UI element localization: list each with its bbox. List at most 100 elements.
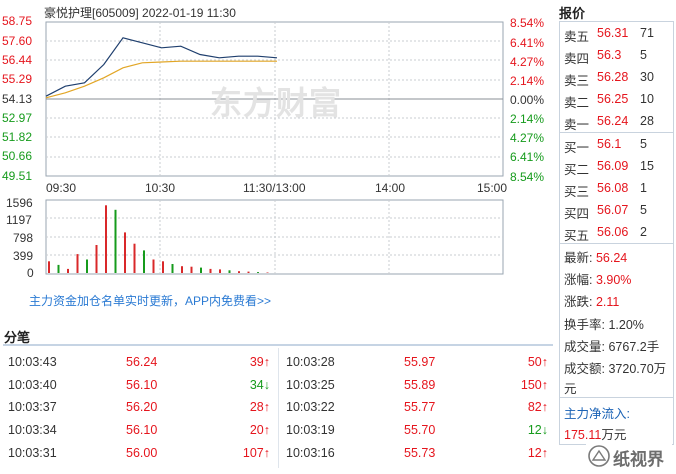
price-label: 58.75 [2,14,33,28]
volume-bar [57,264,60,273]
trade-price: 56.24 [126,355,158,369]
trade-volume: 12↓ [527,423,548,438]
time-label: 14:00 [375,181,406,195]
trade-volume: 20↑ [249,423,270,438]
trade-volume: 28↑ [249,400,270,415]
net-inflow-label: 主力净流入: [564,407,630,421]
price-label: 54.13 [2,92,33,106]
volume-label: 399 [13,249,34,263]
price-label: 50.66 [2,149,33,163]
trade-time: 10:03:16 [286,445,335,460]
pct-label: 6.41% [510,36,545,50]
trade-time: 10:03:40 [8,377,57,392]
volume-bar [152,259,155,273]
volume-bar [67,268,69,273]
pct-label: 6.41% [510,150,545,164]
volume-bar [266,272,269,273]
pct-label: 4.27% [510,131,545,145]
pct-label: 2.14% [510,74,545,88]
bid-row: 买二 56.09 15 [564,159,654,177]
trade-time: 10:03:22 [286,400,335,415]
pct-label: 4.27% [510,55,545,69]
logo-text: 纸视界 [613,450,664,469]
stat-latest: 最新: 56.24 [564,251,628,265]
watermark-logo: 东方财富 [210,85,343,121]
volume-label: 1197 [6,213,32,227]
trade-volume: 50↑ [527,355,548,369]
trade-volume: 34↓ [249,377,270,392]
volume-bar [219,269,221,273]
trade-time: 10:03:19 [286,423,335,438]
volume-bar [124,232,126,273]
trade-time: 10:03:31 [8,445,57,460]
stat-change: 涨跌: 2.11 [564,295,620,309]
volume-bar [48,261,50,273]
volume-bar [238,271,240,273]
volume-bar [114,209,117,273]
trade-volume: 12↑ [527,445,548,460]
trade-price: 55.73 [404,445,436,460]
watermark-badge: 纸视界 [586,442,672,470]
net-inflow-value: 175.11万元 [564,428,627,442]
ask-book: 卖五 56.31 71 卖四 56.3 5 卖三 56.28 30 卖二 56.25 10 卖一… [559,21,674,133]
stat-change-pct: 涨幅: 3.90% [564,273,632,287]
pct-label: 0.00% [510,93,545,107]
price-label: 49.51 [2,169,33,183]
volume-bar [228,270,231,273]
volume-bar [200,267,202,273]
ask-row: 卖三 56.28 30 [564,70,654,88]
volume-bar [133,243,136,273]
promo-link[interactable]: 主力资金加仓名单实时更新，APP内免费看>> [29,292,271,309]
trade-time: 10:03:28 [286,355,335,369]
volume-label: 0 [27,266,34,280]
trade-price: 56.10 [126,377,158,392]
trade-time: 10:03:34 [8,423,57,438]
volume-bar [105,205,107,273]
volume-bar [143,250,145,273]
volume-bar [76,254,79,273]
quote-title: 报价 [559,6,586,21]
volume-bar [257,272,259,273]
pct-label: 8.54% [510,170,545,184]
trade-volume: 39↑ [249,355,270,369]
time-label: 09:30 [46,181,77,195]
ask-row: 卖二 56.25 10 [564,92,654,110]
trade-price: 55.77 [404,400,436,415]
volume-bar [162,261,164,273]
trade-volume: 107↑ [242,445,270,460]
ask-row: 卖五 56.31 71 [564,26,654,44]
pct-label: 2.14% [510,112,545,126]
ask-row: 卖四 56.3 5 [564,48,647,66]
stat-amount-unit: 元 [564,382,577,396]
volume-label: 798 [13,231,34,245]
bid-row: 买一 56.1 5 [564,137,647,155]
bid-row: 买四 56.07 5 [564,203,647,221]
trade-volume: 82↑ [527,400,548,415]
price-label: 55.29 [2,72,33,86]
volume-bar [95,245,98,273]
trade-price: 55.70 [404,423,436,438]
trades-table [3,344,553,472]
volume-bar [181,266,183,273]
price-label: 52.97 [2,111,33,125]
volume-label: 1596 [6,196,33,210]
trade-price: 56.20 [126,400,158,415]
stat-volume: 成交量: 6767.2手 [564,340,660,354]
price-label: 57.60 [2,34,33,48]
price-chart [45,21,504,275]
trade-time: 10:03:25 [286,377,335,392]
trade-price: 55.89 [404,377,436,392]
stat-amount: 成交额: 3720.70万 [564,362,667,376]
time-label: 10:30 [145,181,176,195]
bid-book: 买一 56.1 5 买二 56.09 15 买三 56.08 1 买四 56.07 5 买五 56… [559,132,674,244]
price-label: 56.44 [2,53,33,67]
trade-time: 10:03:43 [8,355,57,369]
ask-row: 卖一 56.24 28 [564,114,654,132]
volume-bar [247,271,250,273]
trade-price: 56.10 [126,423,158,438]
pct-label: 8.54% [510,16,545,30]
trade-price: 56.00 [126,445,158,460]
time-label: 15:00 [477,181,508,195]
price-label: 51.82 [2,130,33,144]
volume-bar [190,266,193,273]
